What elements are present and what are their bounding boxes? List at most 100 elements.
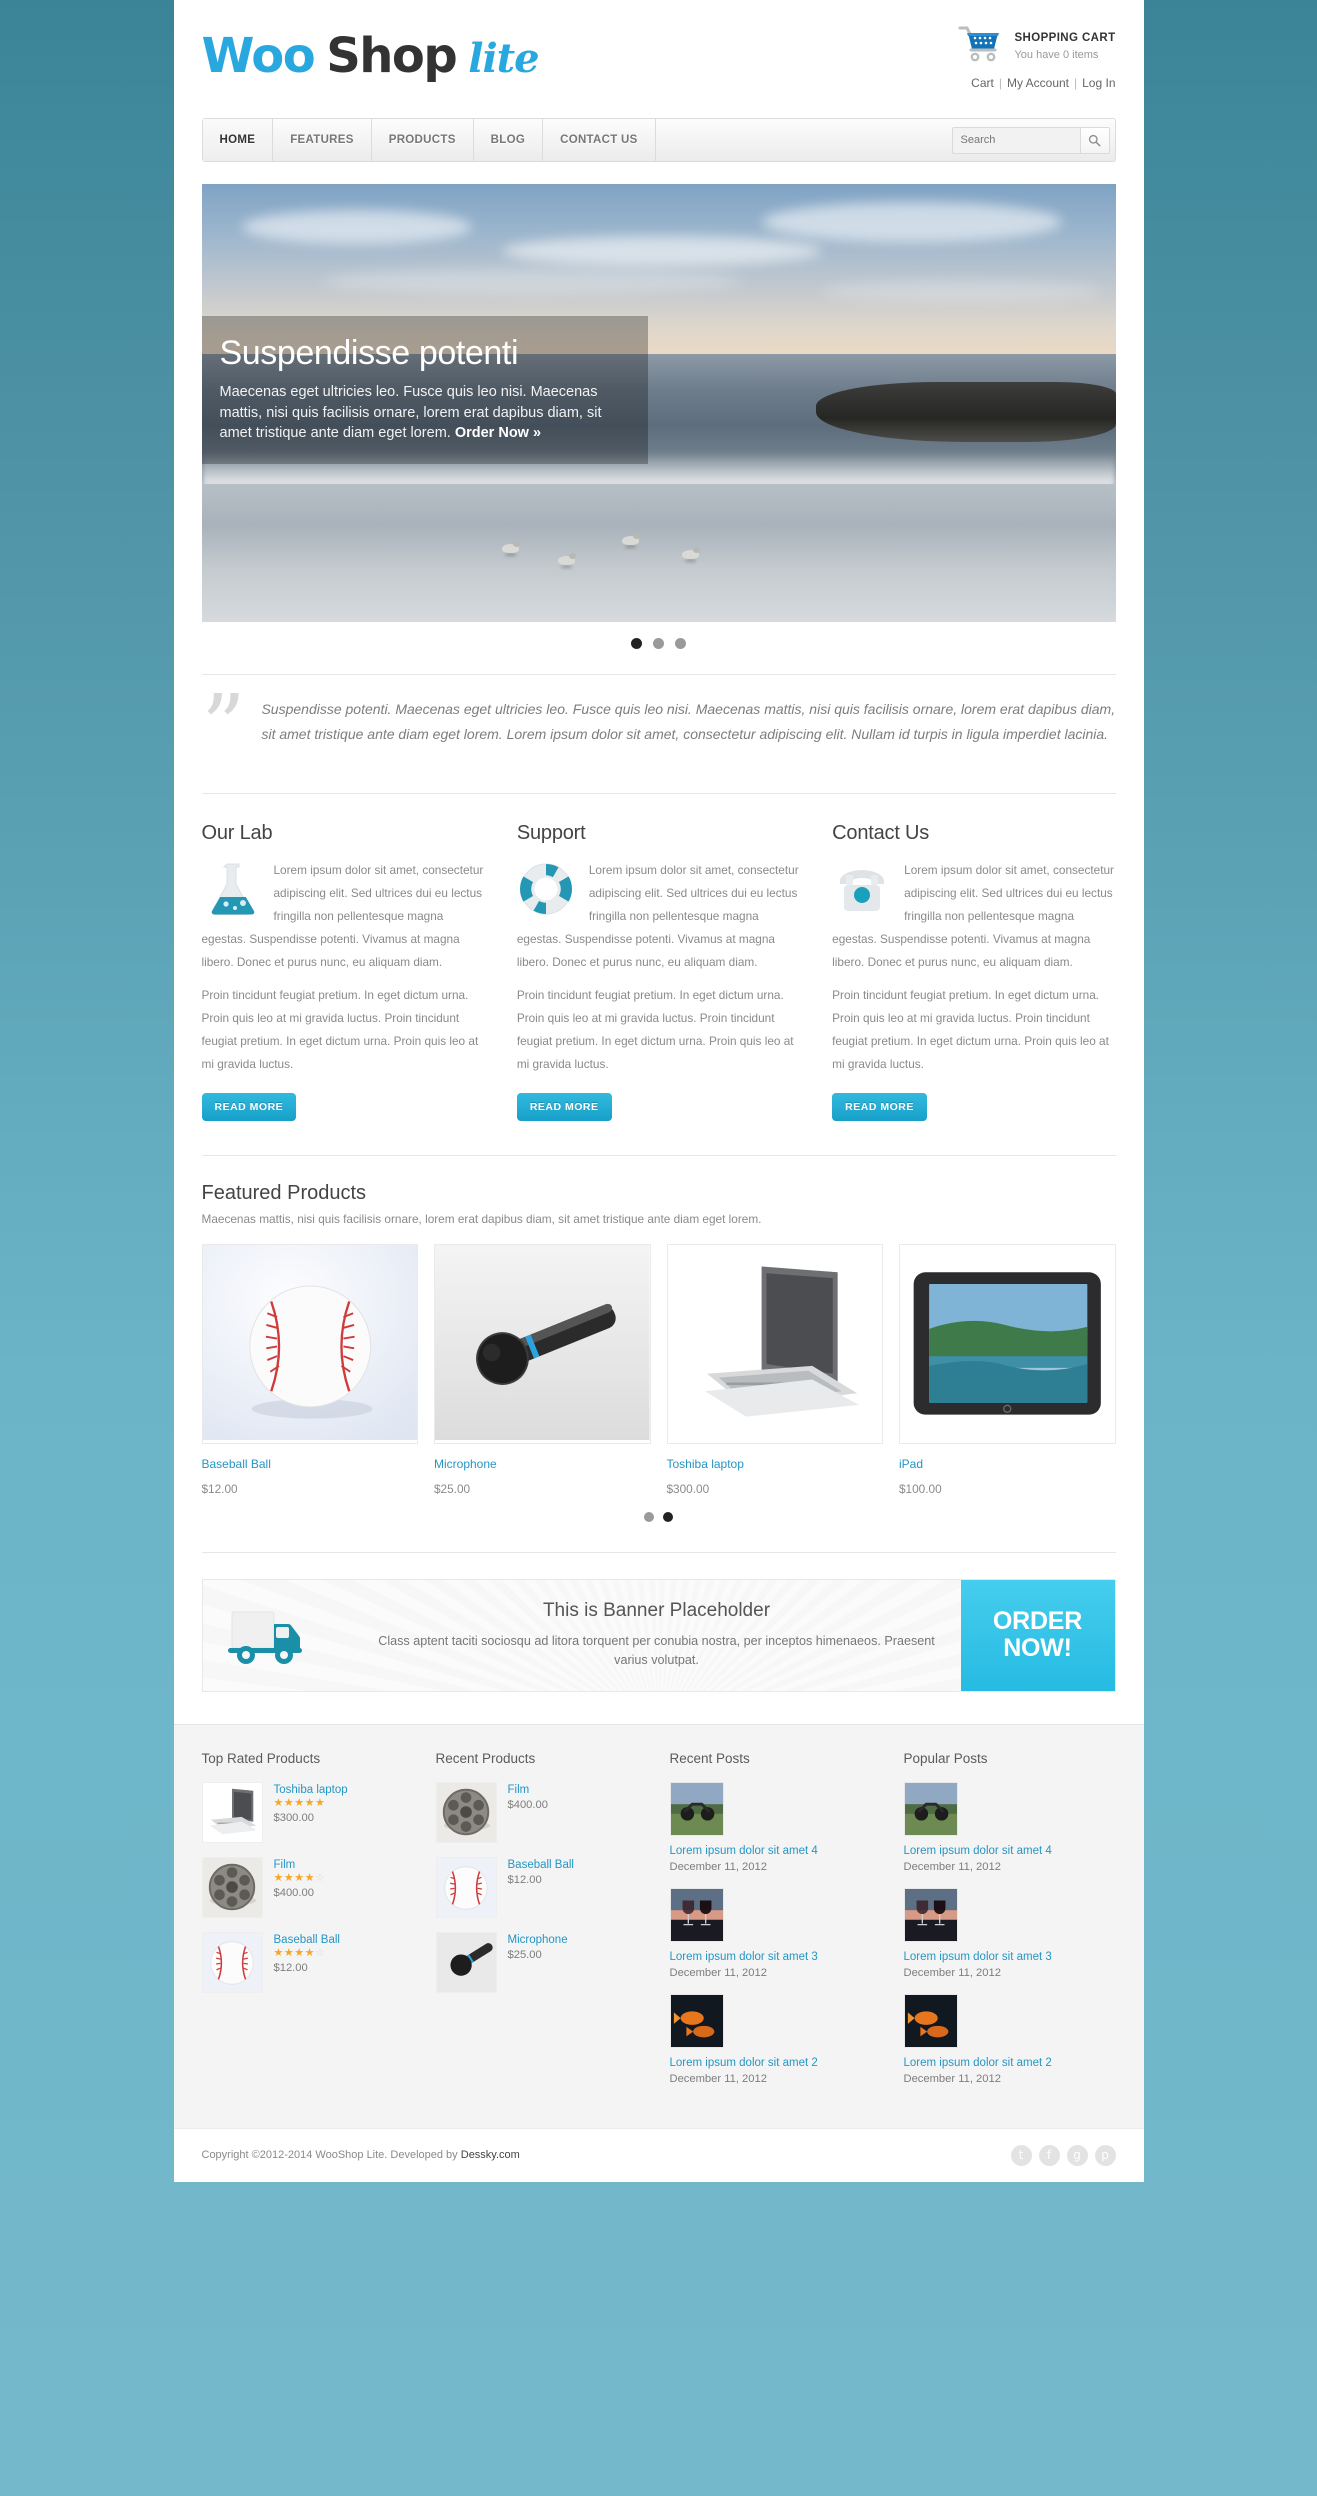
product-price: $300.00: [273, 1811, 314, 1824]
flask-icon: [202, 861, 264, 917]
nav-search-area: [951, 119, 1115, 161]
product-price-baseball: $12.00: [201, 1481, 238, 1496]
featured-dot-2[interactable]: [663, 1511, 673, 1522]
product-price: $12.00: [507, 1873, 542, 1886]
product-name-baseball[interactable]: Baseball Ball: [202, 1457, 419, 1471]
delivery-truck-icon: [226, 1598, 330, 1673]
nav-item-contact-us[interactable]: CONTACT US: [543, 119, 656, 161]
google-plus-icon[interactable]: g: [1066, 2144, 1088, 2166]
featured-dot-1[interactable]: [644, 1511, 654, 1522]
product-name-ipad[interactable]: iPad: [899, 1457, 1116, 1471]
rating-stars: ★★★★☆: [273, 1946, 326, 1959]
read-more-button-support[interactable]: READ MORE: [516, 1092, 612, 1121]
thumb-goldfish[interactable]: [669, 1993, 724, 2048]
thumb-film-reel[interactable]: [201, 1856, 263, 1918]
post-title[interactable]: Lorem ipsum dolor sit amet 2: [670, 2057, 882, 2069]
thumb-baseball[interactable]: [201, 1931, 263, 1993]
site-logo[interactable]: Woo Shop lite: [201, 18, 540, 84]
site-container: Woo Shop lite SHOPPING CART You have 0 i…: [173, 0, 1144, 2182]
product-name[interactable]: Baseball Ball: [508, 1859, 574, 1871]
account-links: Cart | My Account | Log In: [958, 76, 1115, 90]
hero-cta-link[interactable]: Order Now »: [455, 425, 541, 441]
product-name[interactable]: Film: [508, 1784, 548, 1796]
search-input[interactable]: [951, 126, 1080, 154]
product-name[interactable]: Microphone: [508, 1934, 568, 1946]
feature-column-our-lab: Our Lab Lorem ipsum dolor sit amet, cons…: [201, 822, 485, 1121]
facebook-icon[interactable]: f: [1038, 2144, 1060, 2166]
thumb-microphone[interactable]: [435, 1931, 497, 1993]
link-cart[interactable]: Cart: [971, 76, 994, 90]
widget-recent-posts: Recent Posts Lorem ipsum dolor sit amet …: [669, 1751, 882, 2100]
hero-cloud: [821, 280, 1102, 302]
product-price: $25.00: [507, 1948, 542, 1961]
product-name[interactable]: Toshiba laptop: [274, 1784, 348, 1796]
twitter-icon[interactable]: t: [1010, 2144, 1032, 2166]
post-title[interactable]: Lorem ipsum dolor sit amet 3: [670, 1951, 882, 1963]
testimonial-section: ” Suspendisse potenti. Maecenas eget ult…: [201, 674, 1116, 770]
featured-products-dots: [202, 1511, 1116, 1522]
product-name[interactable]: Film: [274, 1859, 326, 1871]
nav-item-home[interactable]: HOME: [202, 119, 274, 161]
post-title[interactable]: Lorem ipsum dolor sit amet 4: [670, 1845, 882, 1857]
feature-paragraph-2: Proin tincidunt feugiat pretium. In eget…: [201, 987, 479, 1071]
nav-item-features[interactable]: FEATURES: [273, 119, 372, 161]
banner-icon-area: [203, 1580, 353, 1691]
list-item: Lorem ipsum dolor sit amet 3 December 11…: [669, 1887, 882, 1979]
product-price-toshiba-laptop: $300.00: [666, 1481, 710, 1496]
thumb-film-reel[interactable]: [435, 1781, 497, 1843]
pinterest-icon[interactable]: p: [1094, 2144, 1116, 2166]
product-name-toshiba-laptop[interactable]: Toshiba laptop: [667, 1457, 884, 1471]
developer-link[interactable]: Dessky.com: [461, 2149, 520, 2161]
hero-dot-3[interactable]: [675, 638, 686, 649]
featured-products-title: Featured Products: [201, 1181, 367, 1204]
list-item: Lorem ipsum dolor sit amet 3 December 11…: [903, 1887, 1116, 1979]
logo-lite-text: lite: [468, 35, 539, 82]
product-name-microphone[interactable]: Microphone: [434, 1457, 651, 1471]
post-title[interactable]: Lorem ipsum dolor sit amet 4: [904, 1845, 1116, 1857]
nav-item-blog[interactable]: BLOG: [474, 119, 544, 161]
cart-text-block: SHOPPING CART You have 0 items: [1014, 28, 1115, 61]
product-image-laptop[interactable]: [666, 1243, 883, 1444]
footer-widgets: Top Rated Products Toshiba laptop ★★★★★ …: [173, 1723, 1144, 2128]
hero-seagull: [681, 547, 700, 559]
read-more-button-our-lab[interactable]: READ MORE: [201, 1092, 297, 1121]
product-image-microphone[interactable]: [434, 1243, 651, 1444]
product-price: $400.00: [507, 1798, 548, 1811]
thumb-motorcycle[interactable]: [903, 1781, 958, 1836]
hero-slide[interactable]: Suspendisse potenti Maecenas eget ultric…: [201, 184, 1116, 622]
thumb-baseball[interactable]: [435, 1856, 497, 1918]
post-date: December 11, 2012: [903, 1966, 1001, 1979]
thumb-motorcycle[interactable]: [669, 1781, 724, 1836]
link-log-in[interactable]: Log In: [1082, 76, 1115, 90]
cart-item-count: You have 0 items: [1014, 48, 1099, 61]
list-item: Lorem ipsum dolor sit amet 2 December 11…: [669, 1993, 882, 2085]
thumb-goldfish[interactable]: [903, 1993, 958, 2048]
main-navigation: HOME FEATURES PRODUCTS BLOG CONTACT US: [201, 118, 1116, 162]
product-image-ipad[interactable]: [899, 1243, 1116, 1444]
product-card: iPad $100.00: [899, 1243, 1116, 1496]
list-item: Toshiba laptop ★★★★★ $300.00: [201, 1781, 414, 1843]
post-title[interactable]: Lorem ipsum dolor sit amet 3: [904, 1951, 1116, 1963]
logo-woo-text: Woo: [201, 28, 316, 84]
shopping-cart-widget[interactable]: SHOPPING CART You have 0 items: [958, 24, 1115, 64]
read-more-button-contact-us[interactable]: READ MORE: [832, 1092, 927, 1121]
post-title[interactable]: Lorem ipsum dolor sit amet 2: [904, 2057, 1116, 2069]
product-card: Baseball Ball $12.00: [201, 1243, 419, 1496]
hero-dot-1[interactable]: [631, 638, 642, 649]
product-image-baseball[interactable]: [201, 1243, 418, 1444]
header-right: SHOPPING CART You have 0 items Cart | My A…: [958, 18, 1116, 90]
product-name[interactable]: Baseball Ball: [274, 1934, 340, 1946]
order-now-button[interactable]: ORDER NOW!: [960, 1579, 1115, 1691]
shopping-cart-icon: [958, 24, 1004, 64]
thumb-wine-glasses[interactable]: [669, 1887, 724, 1942]
hero-dot-2[interactable]: [653, 638, 664, 649]
lifebuoy-icon: [517, 861, 579, 917]
product-price-microphone: $25.00: [434, 1481, 471, 1496]
search-button[interactable]: [1079, 126, 1110, 154]
link-my-account[interactable]: My Account: [1007, 76, 1069, 90]
thumb-wine-glasses[interactable]: [903, 1887, 958, 1942]
search-box: [951, 126, 1110, 154]
thumb-laptop[interactable]: [201, 1781, 263, 1843]
featured-products-section: Featured Products Maecenas mattis, nisi …: [201, 1154, 1116, 1522]
nav-item-products[interactable]: PRODUCTS: [372, 119, 474, 161]
